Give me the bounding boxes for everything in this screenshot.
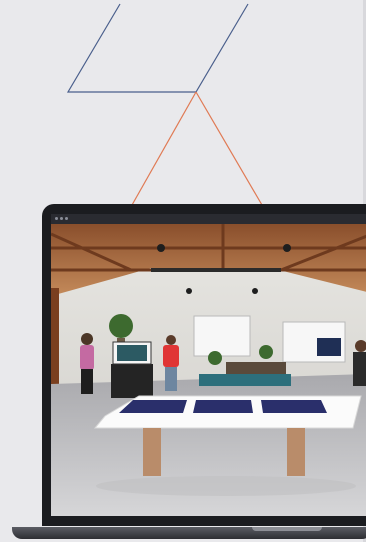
table-screens [119,400,327,413]
window-control-dot[interactable] [65,217,68,220]
hero-illustration [0,0,366,542]
decorative-line-art [66,3,263,206]
showroom-3d-scene[interactable] [51,224,366,516]
table-shadow [96,476,356,496]
poster-center [193,315,251,357]
window-titlebar [51,214,366,224]
kiosk-stand [111,364,153,398]
laptop-notch [252,527,322,531]
person-woman [80,333,94,394]
light-rail [151,268,281,272]
left-door [51,288,59,398]
blue-rug [199,374,291,386]
poster-right-image [317,338,341,356]
window-control-dot[interactable] [55,217,58,220]
blue-parallelogram-line [66,3,249,93]
orange-line-right [195,91,263,206]
orange-line-left [131,91,197,206]
laptop-screen[interactable] [51,224,366,516]
window-control-dot[interactable] [60,217,63,220]
window-controls [55,217,68,220]
lounge-sofa [226,362,286,374]
